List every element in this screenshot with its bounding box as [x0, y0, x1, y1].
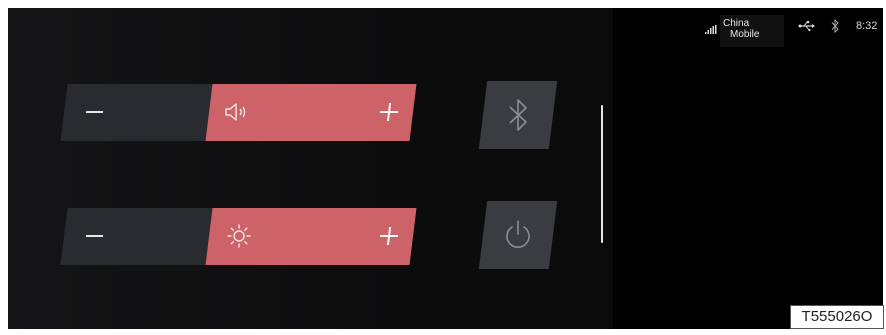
figure-label: T555026O [790, 305, 884, 329]
bluetooth-icon [509, 99, 527, 131]
brightness-decrease-button[interactable] [60, 208, 213, 265]
bluetooth-toggle[interactable] [478, 81, 558, 149]
speaker-icon [225, 103, 246, 121]
sun-icon [227, 224, 251, 248]
minus-icon [85, 235, 104, 237]
usb-icon [798, 21, 815, 32]
status-bar: China Mobile 8:32 [698, 14, 883, 47]
control-screen: China Mobile 8:32 [8, 8, 883, 329]
bluetooth-status-icon [831, 19, 839, 33]
carrier-line-2: Mobile [730, 29, 760, 40]
scroll-indicator[interactable] [601, 105, 603, 243]
power-button[interactable] [478, 201, 558, 269]
right-pane [613, 8, 883, 329]
minus-icon [85, 111, 104, 113]
volume-slider[interactable] [60, 84, 417, 141]
signal-icon [705, 25, 717, 34]
carrier-line-1: China [723, 18, 750, 29]
volume-decrease-button[interactable] [60, 84, 213, 141]
clock: 8:32 [856, 20, 878, 32]
carrier-name: China Mobile [720, 15, 784, 47]
brightness-slider[interactable] [60, 208, 417, 265]
power-icon [506, 220, 530, 248]
